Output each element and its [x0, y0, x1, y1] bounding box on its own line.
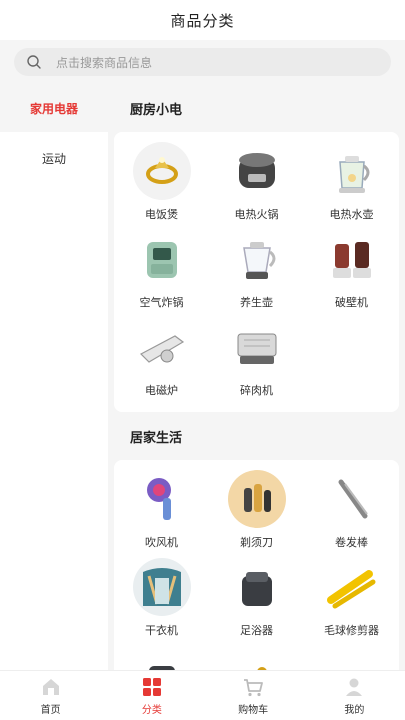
- section-title: 厨房小电: [130, 102, 183, 118]
- product-item[interactable]: 电热水壶: [304, 142, 399, 230]
- user-icon: [346, 678, 363, 696]
- product-item[interactable]: 干衣机: [114, 558, 209, 646]
- category-body: 家用电器 运动 厨房小电 电饭煲 电热火锅 电热水壶 空气炸锅 养生壶 破壁机 …: [0, 84, 405, 670]
- search-placeholder: 点击搜索商品信息: [56, 55, 153, 70]
- product-label: 电饭煲: [145, 208, 178, 221]
- product-item[interactable]: 电热火锅: [209, 142, 304, 230]
- curler-image: [323, 470, 381, 528]
- product-item[interactable]: 电磁炉: [114, 318, 209, 406]
- bottom-tab-bar: 首页 分类 购物车 我的: [0, 670, 405, 720]
- product-label: 破壁机: [335, 296, 368, 309]
- sidebar-item-label: 家用电器: [29, 101, 78, 116]
- induction-cooker-image: [133, 318, 191, 376]
- section-title: 居家生活: [130, 430, 183, 446]
- foot-bath-image: [228, 558, 286, 616]
- product-label: 养生壶: [240, 296, 273, 309]
- product-label: 电热水壶: [329, 208, 374, 221]
- tab-label: 首页: [40, 704, 61, 716]
- product-item[interactable]: 电饭煲: [114, 142, 209, 230]
- product-item[interactable]: 卷发棒: [304, 470, 399, 558]
- product-label: 碎肉机: [240, 384, 273, 397]
- app: 商品分类 点击搜索商品信息 家用电器 运动 厨房小电 电饭煲 电热火锅 电热水壶…: [0, 0, 405, 720]
- category-content: 厨房小电 电饭煲 电热火锅 电热水壶 空气炸锅 养生壶 破壁机 电磁炉 碎肉机 …: [108, 84, 405, 670]
- tab-category[interactable]: 分类: [101, 671, 202, 720]
- product-label: 电热火锅: [234, 208, 279, 221]
- tab-cart[interactable]: 购物车: [203, 671, 304, 720]
- tab-label: 我的: [344, 704, 365, 716]
- tab-label: 分类: [141, 704, 162, 716]
- category-sidebar: 家用电器 运动: [0, 84, 108, 670]
- sidebar-item-sports[interactable]: 运动: [0, 132, 108, 184]
- lint-remover-image: [323, 558, 381, 616]
- product-item[interactable]: 足浴器: [209, 558, 304, 646]
- product-grid: 吹风机 剃须刀 卷发棒 干衣机 足浴器 毛球修剪器: [114, 460, 399, 670]
- product-image: [133, 646, 191, 670]
- cart-icon: [244, 678, 264, 696]
- tab-home[interactable]: 首页: [0, 671, 101, 720]
- search-input[interactable]: 点击搜索商品信息: [14, 48, 391, 76]
- blender-image: [323, 230, 381, 288]
- header: 商品分类: [0, 0, 405, 40]
- category-icon: [142, 677, 161, 696]
- product-item[interactable]: 空气炸锅: [114, 230, 209, 318]
- product-label: 空气炸锅: [139, 296, 184, 309]
- ring-image: [132, 142, 191, 200]
- product-label: 毛球修剪器: [324, 624, 379, 637]
- sidebar-item-label: 运动: [41, 151, 66, 166]
- shaver-image: [227, 470, 286, 528]
- product-item[interactable]: 毛球修剪器: [304, 558, 399, 646]
- product-label: 卷发棒: [335, 536, 368, 549]
- product-label: 电磁炉: [145, 384, 178, 397]
- page-title: 商品分类: [170, 11, 235, 30]
- product-item[interactable]: 剃须刀: [209, 470, 304, 558]
- home-icon: [42, 678, 59, 695]
- clothes-dryer-image: [132, 558, 191, 616]
- air-fryer-image: [133, 230, 191, 288]
- product-item[interactable]: 养生壶: [209, 230, 304, 318]
- product-label: 足浴器: [240, 624, 273, 637]
- health-pot-image: [228, 230, 286, 288]
- rice-cooker-image: [228, 142, 286, 200]
- product-label: 吹风机: [145, 536, 178, 549]
- search-icon: [27, 55, 41, 69]
- meat-grinder-image: [228, 318, 286, 376]
- product-item[interactable]: 吹风机: [114, 470, 209, 558]
- product-item[interactable]: [114, 646, 209, 670]
- tab-label: 购物车: [238, 704, 269, 716]
- kettle-image: [323, 142, 381, 200]
- product-image: [228, 646, 286, 670]
- product-item[interactable]: [209, 646, 304, 670]
- hair-dryer-image: [133, 470, 191, 528]
- product-label: 剃须刀: [240, 536, 273, 549]
- product-label: 干衣机: [145, 624, 178, 637]
- product-grid: 电饭煲 电热火锅 电热水壶 空气炸锅 养生壶 破壁机 电磁炉 碎肉机: [114, 132, 399, 412]
- product-item[interactable]: 破壁机: [304, 230, 399, 318]
- sidebar-item-home-appliances[interactable]: 家用电器: [0, 84, 108, 132]
- product-item[interactable]: 碎肉机: [209, 318, 304, 406]
- search-bar: 点击搜索商品信息: [0, 40, 405, 84]
- tab-profile[interactable]: 我的: [304, 671, 405, 720]
